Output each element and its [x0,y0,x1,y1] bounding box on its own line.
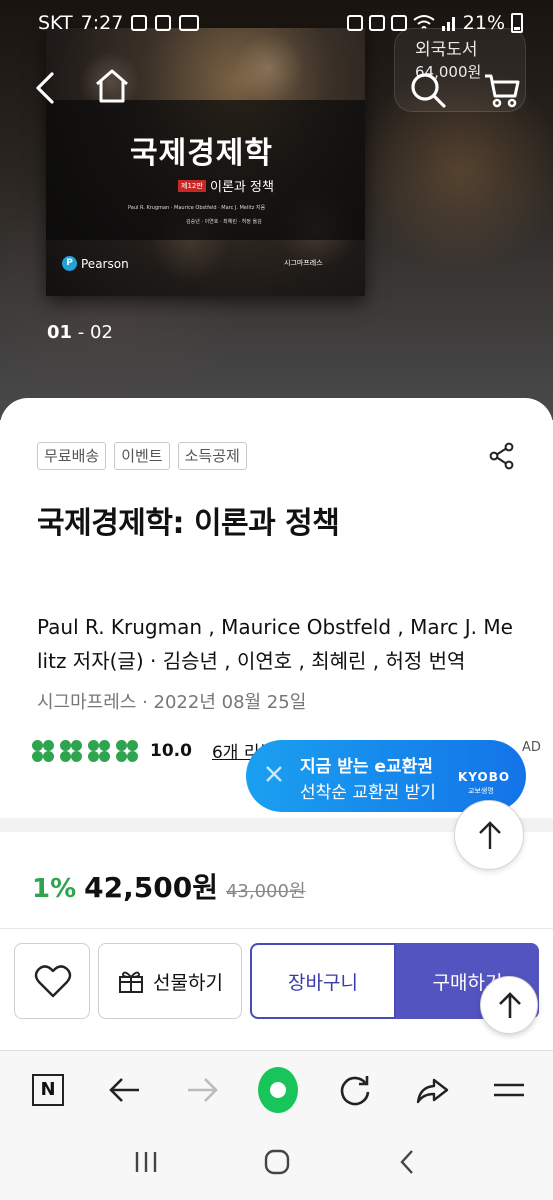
android-home-button[interactable] [262,1147,292,1181]
product-title: 국제경제학: 이론과 정책 [37,506,340,541]
alarm-icon [368,15,385,31]
pearson-logo: P Pearson [62,256,129,271]
android-navigation-bar [0,1128,553,1200]
share-icon [489,442,514,470]
arrow-left-icon [108,1077,139,1102]
gift-icon [119,971,144,993]
heart-icon [34,965,72,998]
signal-icon [441,17,455,31]
rating-score: 10.0 [150,740,192,761]
gift-label: 선물하기 [153,971,223,994]
tag-tax-deduction: 소득공제 [177,442,247,470]
app-notification-icon [155,15,172,31]
cart-icon [485,74,520,108]
naver-home-button[interactable]: N [28,1070,68,1110]
lock-icon [346,15,363,31]
slide-counter: 01 - 02 [47,322,113,343]
slide-total: - 02 [77,322,113,343]
slide-current: 01 [47,322,73,343]
pearson-text: Pearson [81,256,129,271]
share-arrow-icon [416,1078,449,1103]
home-circle-icon [264,1149,289,1175]
calendar-notification-icon [131,15,148,31]
share-button[interactable] [488,442,516,470]
product-authors[interactable]: Paul R. Krugman , Maurice Obstfeld , Mar… [37,610,517,678]
green-dot-icon [258,1066,299,1113]
arrow-up-icon [499,992,521,1018]
gift-button[interactable]: 선물하기 [98,943,242,1019]
cover-title: 국제경제학 [130,136,273,171]
chevron-left-icon [399,1150,413,1174]
green-dot-button[interactable] [258,1066,299,1113]
cover-authors-en: Paul R. Krugman · Maurice Obstfeld · Mar… [128,205,266,211]
browser-forward-button[interactable] [182,1070,222,1110]
kyobo-logo: KYOBO [458,770,511,784]
cover-edition-badge: 제12판 [178,180,206,192]
hamburger-icon [493,1083,524,1096]
battery-percent: 21% [462,12,505,34]
browser-toolbar: N [0,1050,553,1128]
sale-price: 42,500원 [84,871,218,904]
price-row: 1% 42,500원 43,000원 [32,866,306,906]
publisher-date[interactable]: 시그마프레스 · 2022년 08월 25일 [37,688,306,714]
kyobo-logo-sub: 교보생명 [468,787,494,795]
clover-icon [88,739,110,762]
clover-icon [60,739,82,762]
arrow-right-icon [187,1077,218,1102]
search-icon [411,73,446,108]
chevron-left-icon [36,72,54,104]
product-image-carousel[interactable]: 국제경제학 제12판 이론과 정책 Paul R. Krugman · Maur… [0,0,553,420]
wishlist-button[interactable] [14,943,90,1019]
rating-row: 10.0 6개 리뷰 [32,738,275,763]
refresh-button[interactable] [335,1070,375,1110]
add-to-cart-label: 장바구니 [288,971,358,994]
home-icon [96,69,128,103]
recent-apps-icon [135,1152,156,1172]
clock: 7:27 [80,12,124,34]
browser-share-button[interactable] [412,1070,452,1110]
tag-free-shipping: 무료배송 [37,442,107,470]
wifi-icon [413,15,435,29]
mute-icon [390,15,407,31]
cover-authors-ko: 김승년 · 이연호 · 최혜린 · 허정 옮김 [186,219,262,225]
cover-subtitle: 이론과 정책 [210,180,274,195]
ad-label: AD [522,740,541,755]
search-button[interactable] [408,70,448,110]
browser-back-button[interactable] [105,1070,145,1110]
android-back-button[interactable] [393,1147,423,1181]
message-notification-icon [179,15,200,31]
carrier-label: SKT [38,12,73,34]
discount-rate: 1% [32,874,77,904]
refresh-icon [341,1075,370,1105]
scroll-to-top-button[interactable] [480,976,538,1034]
clover-icon [32,739,54,762]
sigma-press-logo: 시그마프레스 [284,259,323,267]
arrow-up-icon [479,821,501,849]
home-button[interactable] [92,66,132,106]
tag-event: 이벤트 [114,442,170,470]
naver-n-icon: N [32,1073,64,1106]
back-button[interactable] [30,68,66,108]
pearson-p-icon: P [62,256,77,271]
cart-button[interactable] [482,70,522,110]
original-price: 43,000원 [225,881,306,902]
ad-close-button[interactable] [264,764,284,784]
ad-subline: 선착순 교환권 받기 [300,783,436,803]
close-icon [266,766,282,782]
status-bar: SKT 7:27 21% [0,0,553,46]
clover-icon [116,739,138,762]
recent-apps-button[interactable] [131,1147,161,1181]
product-tags: 무료배송 이벤트 소득공제 [37,442,247,470]
add-to-cart-button[interactable]: 장바구니 [250,943,396,1019]
scroll-to-top-button[interactable] [454,800,524,870]
purchase-action-bar: 선물하기 장바구니 구매하기 [0,928,553,1050]
ad-headline: 지금 받는 e교환권 [300,757,433,777]
menu-button[interactable] [489,1070,529,1110]
battery-icon [511,13,523,33]
